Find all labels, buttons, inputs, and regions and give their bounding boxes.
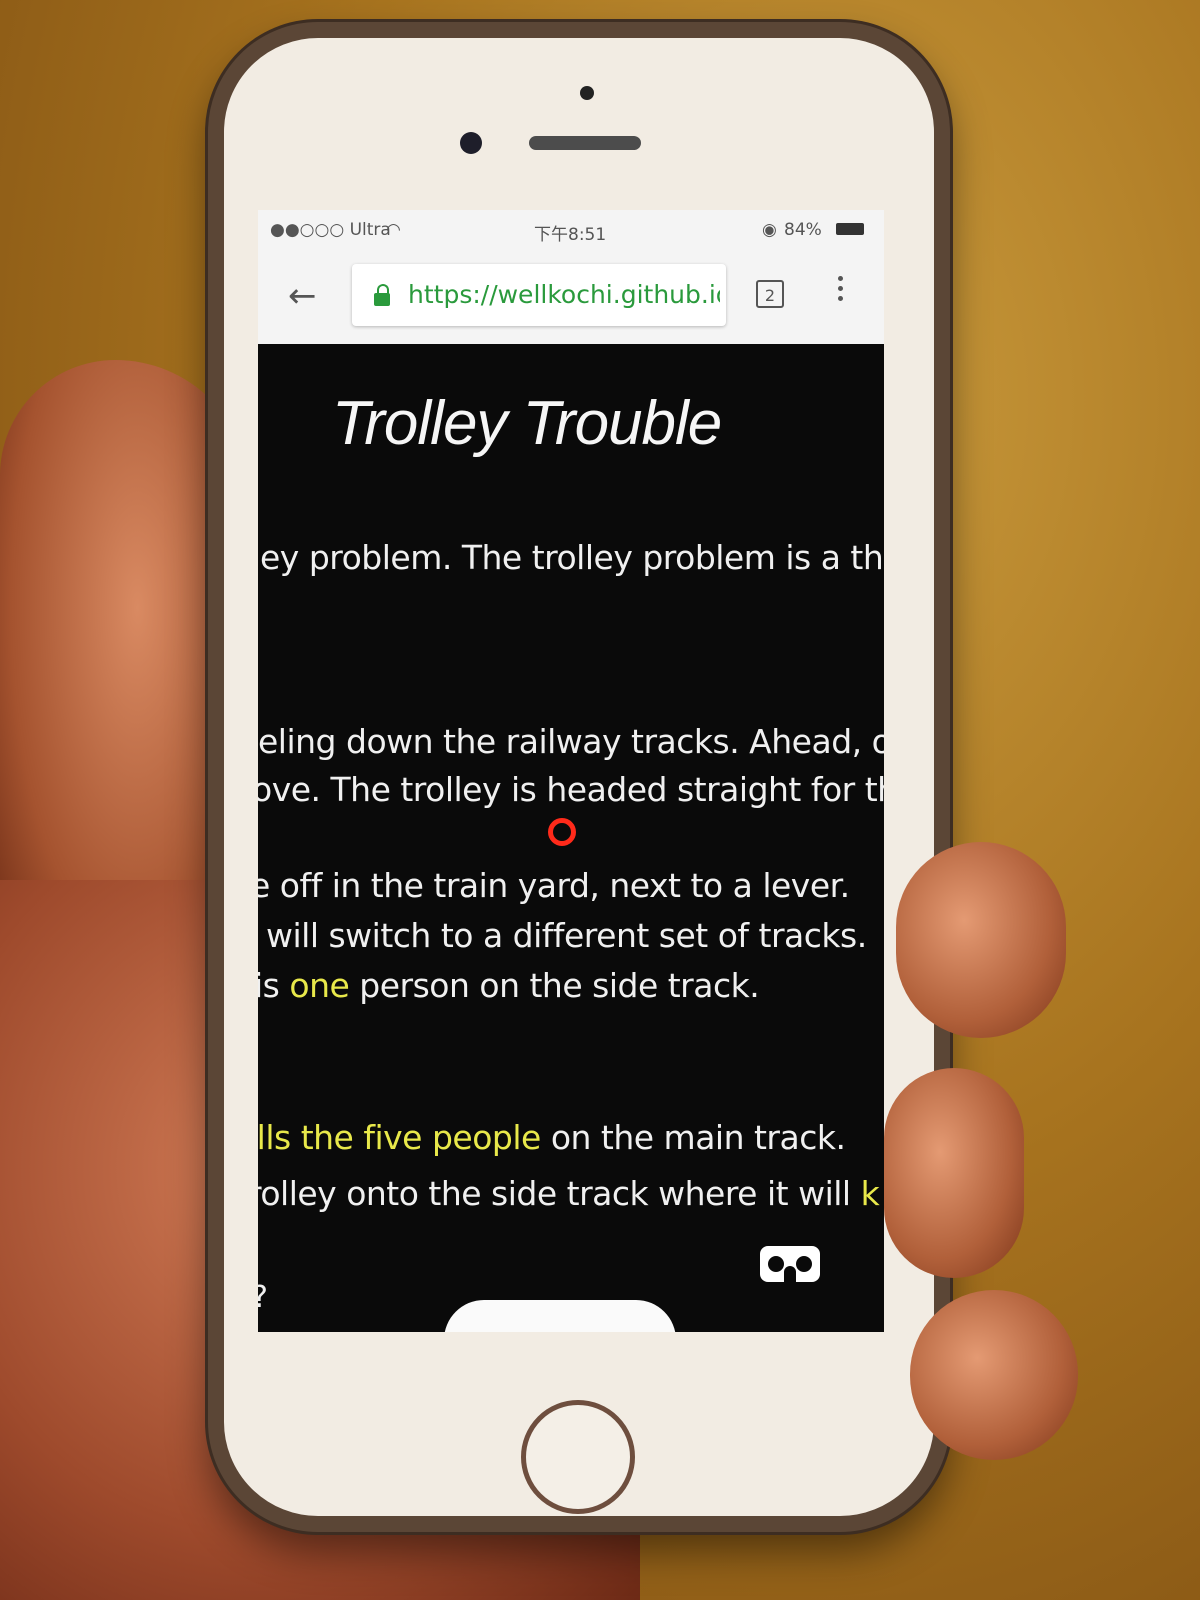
browser-toolbar: ← https://wellkochi.github.io 2: [258, 250, 884, 345]
text-line-5: will switch to a different set of tracks…: [266, 916, 867, 955]
home-button[interactable]: [521, 1400, 635, 1514]
front-camera-icon: [460, 132, 482, 154]
phone-screen: ●●○○○ Ultra ◠ 下午8:51 ◉ 84% ← https://wel…: [258, 210, 884, 1332]
url-text[interactable]: https://wellkochi.github.io: [408, 280, 720, 309]
finger-3: [910, 1290, 1078, 1460]
text-line-1: ey problem. The trolley problem is a tho…: [260, 538, 884, 577]
highlight-five-people: ills the five people: [258, 1118, 541, 1157]
text-line-8: rolley onto the side track where it will…: [258, 1174, 880, 1213]
text-line-3: ove. The trolley is headed straight for …: [258, 770, 884, 809]
text-line-2: eling down the railway tracks. Ahead, on: [258, 722, 884, 761]
page-title: Trolley Trouble: [332, 389, 722, 458]
text-segment: person on the side track.: [359, 966, 760, 1005]
text-line-4: e off in the train yard, next to a lever…: [258, 866, 850, 905]
url-bar[interactable]: https://wellkochi.github.io: [352, 264, 726, 326]
text-segment: on the main track.: [550, 1118, 846, 1157]
highlight-kill: k: [860, 1174, 880, 1213]
battery-icon: [836, 223, 864, 235]
tab-switcher-button[interactable]: 2: [756, 280, 784, 308]
wifi-icon: ◠: [386, 220, 401, 240]
gaze-reticle-icon: [548, 818, 576, 846]
clock: 下午8:51: [534, 225, 607, 245]
finger-2: [884, 1068, 1024, 1278]
highlight-one: one: [289, 966, 350, 1005]
cardboard-vr-icon[interactable]: [760, 1246, 820, 1284]
lock-icon: [374, 284, 390, 306]
status-bar: ●●○○○ Ultra ◠ 下午8:51 ◉ 84%: [258, 210, 884, 250]
text-segment: rolley onto the side track where it will: [258, 1174, 851, 1213]
carrier-label: ●●○○○ Ultra: [270, 220, 391, 240]
more-menu-icon[interactable]: [838, 276, 848, 306]
bottom-sheet-handle[interactable]: [444, 1300, 676, 1332]
alarm-icon: ◉: [762, 220, 777, 240]
webvr-scene: Trolley Trouble ey problem. The trolley …: [258, 344, 884, 1332]
text-line-7: ills the five people on the main track.: [258, 1118, 846, 1157]
battery-percent: 84%: [784, 220, 822, 240]
help-icon[interactable]: ?: [258, 1280, 268, 1315]
text-segment: is: [258, 966, 280, 1005]
earpiece: [529, 136, 641, 150]
text-line-6: is one person on the side track.: [258, 966, 760, 1005]
proximity-sensor: [580, 86, 594, 100]
finger-1: [896, 842, 1066, 1038]
back-arrow-icon[interactable]: ←: [288, 276, 317, 316]
